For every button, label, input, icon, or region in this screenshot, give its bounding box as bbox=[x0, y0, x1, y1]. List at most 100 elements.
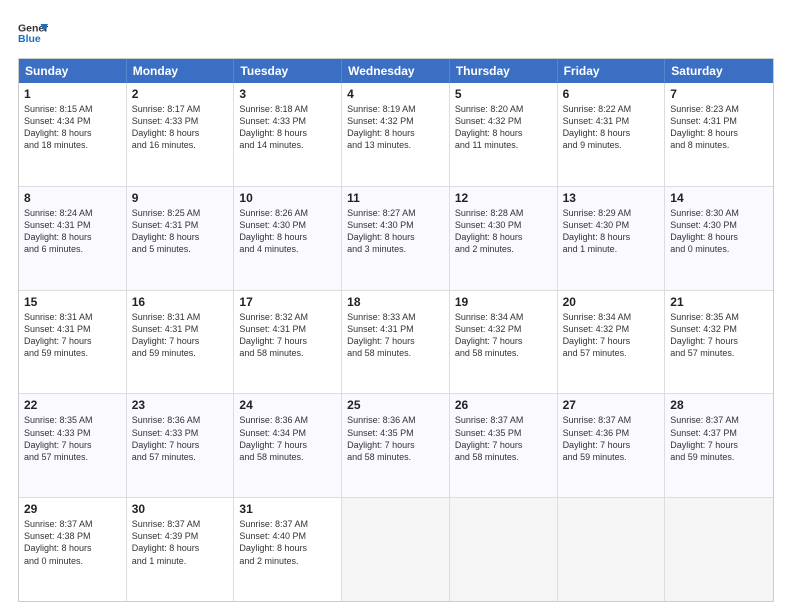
weekday-header: Wednesday bbox=[342, 59, 450, 83]
calendar-cell bbox=[665, 498, 773, 601]
cell-text: Sunrise: 8:15 AMSunset: 4:34 PMDaylight:… bbox=[24, 103, 121, 152]
day-number: 20 bbox=[563, 295, 660, 309]
day-number: 24 bbox=[239, 398, 336, 412]
weekday-header: Saturday bbox=[665, 59, 773, 83]
cell-text: Sunrise: 8:37 AMSunset: 4:38 PMDaylight:… bbox=[24, 518, 121, 567]
cell-text: Sunrise: 8:27 AMSunset: 4:30 PMDaylight:… bbox=[347, 207, 444, 256]
cell-text: Sunrise: 8:37 AMSunset: 4:37 PMDaylight:… bbox=[670, 414, 768, 463]
day-number: 26 bbox=[455, 398, 552, 412]
cell-text: Sunrise: 8:33 AMSunset: 4:31 PMDaylight:… bbox=[347, 311, 444, 360]
cell-text: Sunrise: 8:17 AMSunset: 4:33 PMDaylight:… bbox=[132, 103, 229, 152]
day-number: 2 bbox=[132, 87, 229, 101]
calendar-header: SundayMondayTuesdayWednesdayThursdayFrid… bbox=[19, 59, 773, 83]
calendar-cell: 13 Sunrise: 8:29 AMSunset: 4:30 PMDayligh… bbox=[558, 187, 666, 290]
calendar: SundayMondayTuesdayWednesdayThursdayFrid… bbox=[18, 58, 774, 602]
calendar-cell: 2 Sunrise: 8:17 AMSunset: 4:33 PMDaylight… bbox=[127, 83, 235, 186]
calendar-cell: 17 Sunrise: 8:32 AMSunset: 4:31 PMDayligh… bbox=[234, 291, 342, 394]
calendar-cell: 3 Sunrise: 8:18 AMSunset: 4:33 PMDaylight… bbox=[234, 83, 342, 186]
calendar-cell: 27 Sunrise: 8:37 AMSunset: 4:36 PMDayligh… bbox=[558, 394, 666, 497]
cell-text: Sunrise: 8:28 AMSunset: 4:30 PMDaylight:… bbox=[455, 207, 552, 256]
calendar-cell: 20 Sunrise: 8:34 AMSunset: 4:32 PMDayligh… bbox=[558, 291, 666, 394]
calendar-cell: 28Sunrise: 8:37 AMSunset: 4:37 PMDayligh… bbox=[665, 394, 773, 497]
cell-text: Sunrise: 8:36 AMSunset: 4:34 PMDaylight:… bbox=[239, 414, 336, 463]
calendar-week-row: 1Sunrise: 8:15 AMSunset: 4:34 PMDaylight… bbox=[19, 83, 773, 186]
calendar-cell: 19 Sunrise: 8:34 AMSunset: 4:32 PMDayligh… bbox=[450, 291, 558, 394]
cell-text: Sunrise: 8:31 AMSunset: 4:31 PMDaylight:… bbox=[24, 311, 121, 360]
day-number: 30 bbox=[132, 502, 229, 516]
calendar-week-row: 8 Sunrise: 8:24 AMSunset: 4:31 PMDaylight… bbox=[19, 186, 773, 290]
calendar-cell: 29 Sunrise: 8:37 AMSunset: 4:38 PMDayligh… bbox=[19, 498, 127, 601]
cell-text: Sunrise: 8:34 AMSunset: 4:32 PMDaylight:… bbox=[563, 311, 660, 360]
cell-text: Sunrise: 8:37 AMSunset: 4:36 PMDaylight:… bbox=[563, 414, 660, 463]
cell-text: Sunrise: 8:37 AMSunset: 4:35 PMDaylight:… bbox=[455, 414, 552, 463]
calendar-cell bbox=[450, 498, 558, 601]
day-number: 17 bbox=[239, 295, 336, 309]
cell-text: Sunrise: 8:18 AMSunset: 4:33 PMDaylight:… bbox=[239, 103, 336, 152]
cell-text: Sunrise: 8:25 AMSunset: 4:31 PMDaylight:… bbox=[132, 207, 229, 256]
cell-text: Sunrise: 8:37 AMSunset: 4:40 PMDaylight:… bbox=[239, 518, 336, 567]
weekday-header: Thursday bbox=[450, 59, 558, 83]
day-number: 8 bbox=[24, 191, 121, 205]
calendar-cell: 25 Sunrise: 8:36 AMSunset: 4:35 PMDayligh… bbox=[342, 394, 450, 497]
cell-text: Sunrise: 8:22 AMSunset: 4:31 PMDaylight:… bbox=[563, 103, 660, 152]
cell-text: Sunrise: 8:20 AMSunset: 4:32 PMDaylight:… bbox=[455, 103, 552, 152]
day-number: 22 bbox=[24, 398, 121, 412]
calendar-week-row: 22 Sunrise: 8:35 AMSunset: 4:33 PMDayligh… bbox=[19, 393, 773, 497]
day-number: 6 bbox=[563, 87, 660, 101]
day-number: 25 bbox=[347, 398, 444, 412]
cell-text: Sunrise: 8:36 AMSunset: 4:33 PMDaylight:… bbox=[132, 414, 229, 463]
day-number: 9 bbox=[132, 191, 229, 205]
cell-text: Sunrise: 8:30 AMSunset: 4:30 PMDaylight:… bbox=[670, 207, 768, 256]
calendar-cell: 18 Sunrise: 8:33 AMSunset: 4:31 PMDayligh… bbox=[342, 291, 450, 394]
day-number: 12 bbox=[455, 191, 552, 205]
day-number: 19 bbox=[455, 295, 552, 309]
calendar-cell: 12 Sunrise: 8:28 AMSunset: 4:30 PMDayligh… bbox=[450, 187, 558, 290]
cell-text: Sunrise: 8:32 AMSunset: 4:31 PMDaylight:… bbox=[239, 311, 336, 360]
day-number: 10 bbox=[239, 191, 336, 205]
cell-text: Sunrise: 8:35 AMSunset: 4:32 PMDaylight:… bbox=[670, 311, 768, 360]
weekday-header: Friday bbox=[558, 59, 666, 83]
calendar-cell: 5 Sunrise: 8:20 AMSunset: 4:32 PMDaylight… bbox=[450, 83, 558, 186]
day-number: 7 bbox=[670, 87, 768, 101]
cell-text: Sunrise: 8:26 AMSunset: 4:30 PMDaylight:… bbox=[239, 207, 336, 256]
calendar-cell: 4 Sunrise: 8:19 AMSunset: 4:32 PMDaylight… bbox=[342, 83, 450, 186]
cell-text: Sunrise: 8:29 AMSunset: 4:30 PMDaylight:… bbox=[563, 207, 660, 256]
calendar-week-row: 15 Sunrise: 8:31 AMSunset: 4:31 PMDayligh… bbox=[19, 290, 773, 394]
svg-text:Blue: Blue bbox=[18, 33, 41, 45]
weekday-header: Tuesday bbox=[234, 59, 342, 83]
logo-icon: General Blue bbox=[18, 18, 48, 48]
calendar-cell: 6 Sunrise: 8:22 AMSunset: 4:31 PMDaylight… bbox=[558, 83, 666, 186]
calendar-body: 1Sunrise: 8:15 AMSunset: 4:34 PMDaylight… bbox=[19, 83, 773, 601]
cell-text: Sunrise: 8:35 AMSunset: 4:33 PMDaylight:… bbox=[24, 414, 121, 463]
calendar-cell: 21 Sunrise: 8:35 AMSunset: 4:32 PMDayligh… bbox=[665, 291, 773, 394]
day-number: 21 bbox=[670, 295, 768, 309]
cell-text: Sunrise: 8:31 AMSunset: 4:31 PMDaylight:… bbox=[132, 311, 229, 360]
cell-text: Sunrise: 8:19 AMSunset: 4:32 PMDaylight:… bbox=[347, 103, 444, 152]
header: General Blue bbox=[18, 18, 774, 48]
cell-text: Sunrise: 8:36 AMSunset: 4:35 PMDaylight:… bbox=[347, 414, 444, 463]
calendar-cell: 1Sunrise: 8:15 AMSunset: 4:34 PMDaylight… bbox=[19, 83, 127, 186]
cell-text: Sunrise: 8:34 AMSunset: 4:32 PMDaylight:… bbox=[455, 311, 552, 360]
calendar-cell: 15 Sunrise: 8:31 AMSunset: 4:31 PMDayligh… bbox=[19, 291, 127, 394]
calendar-cell: 8 Sunrise: 8:24 AMSunset: 4:31 PMDaylight… bbox=[19, 187, 127, 290]
day-number: 5 bbox=[455, 87, 552, 101]
day-number: 27 bbox=[563, 398, 660, 412]
calendar-cell: 23 Sunrise: 8:36 AMSunset: 4:33 PMDayligh… bbox=[127, 394, 235, 497]
day-number: 4 bbox=[347, 87, 444, 101]
day-number: 29 bbox=[24, 502, 121, 516]
calendar-cell: 10 Sunrise: 8:26 AMSunset: 4:30 PMDayligh… bbox=[234, 187, 342, 290]
cell-text: Sunrise: 8:24 AMSunset: 4:31 PMDaylight:… bbox=[24, 207, 121, 256]
day-number: 13 bbox=[563, 191, 660, 205]
weekday-header: Monday bbox=[127, 59, 235, 83]
calendar-cell bbox=[342, 498, 450, 601]
weekday-header: Sunday bbox=[19, 59, 127, 83]
day-number: 23 bbox=[132, 398, 229, 412]
day-number: 15 bbox=[24, 295, 121, 309]
logo: General Blue bbox=[18, 18, 48, 48]
day-number: 3 bbox=[239, 87, 336, 101]
calendar-cell: 24 Sunrise: 8:36 AMSunset: 4:34 PMDayligh… bbox=[234, 394, 342, 497]
day-number: 31 bbox=[239, 502, 336, 516]
page: General Blue SundayMondayTuesdayWednesda… bbox=[0, 0, 792, 612]
calendar-cell: 26 Sunrise: 8:37 AMSunset: 4:35 PMDayligh… bbox=[450, 394, 558, 497]
day-number: 18 bbox=[347, 295, 444, 309]
